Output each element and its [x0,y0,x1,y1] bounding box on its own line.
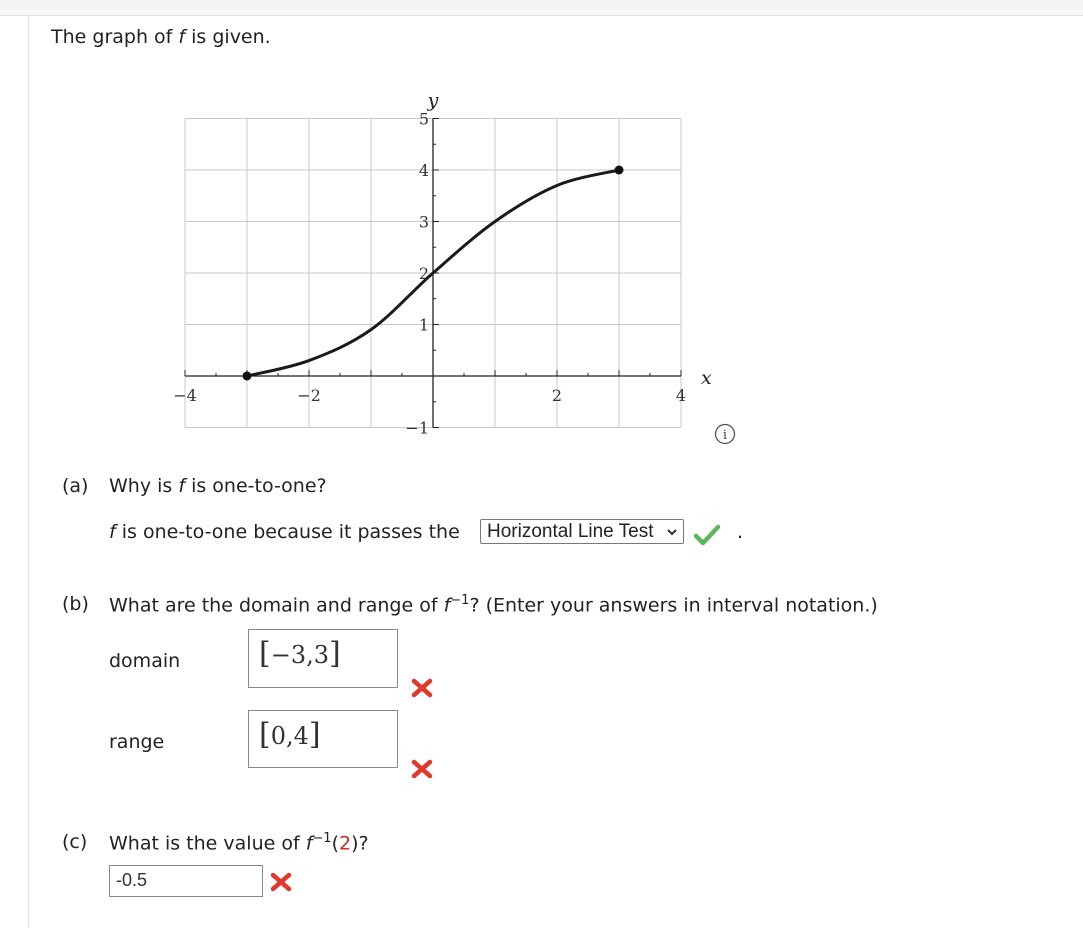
x-tick-label: 4 [676,386,686,405]
svg-text:i: i [723,428,727,443]
y-tick-label: 4 [419,161,429,180]
part-a-label: (a) [62,475,89,497]
horizontal-line-test-select[interactable]: Horizontal Line Test [480,519,684,544]
y-tick-label: 1 [419,316,429,335]
info-icon[interactable]: i [714,423,736,445]
range-label: range [109,731,165,753]
part-c-question: What is the value of f−1(2)? [109,831,369,855]
endpoint-dot [614,165,624,175]
y-tick-label: −1 [405,419,429,438]
part-b-label: (b) [62,593,89,615]
x-axis-label: x [701,367,712,389]
inverse-value-input[interactable]: -0.5 [109,865,263,897]
y-tick-label: 5 [419,110,429,129]
part-c-label: (c) [62,831,88,853]
checkmark-icon [694,524,720,546]
x-tick-label: −4 [173,386,197,405]
intro-text: The graph of f is given. [51,26,271,48]
incorrect-x-icon [411,759,433,779]
domain-input[interactable]: [−3,3] [248,629,398,688]
part-a-question: Why is f is one-to-one? [109,475,327,497]
y-axis-label: y [427,90,439,112]
part-b-question: What are the domain and range of f−1? (E… [109,593,878,617]
left-rule [28,16,29,928]
part-a-period: . [737,521,744,543]
top-bar [0,0,1083,16]
x-tick-label: 2 [552,386,562,405]
incorrect-x-icon [411,678,433,698]
y-tick-label: 3 [419,213,429,232]
incorrect-x-icon [270,872,292,892]
part-a-answer-text: f is one-to-one because it passes the [109,521,460,543]
range-input[interactable]: [0,4] [248,710,398,768]
function-graph: −4 −2 2 4−112345 x y [173,90,712,438]
domain-label: domain [109,650,181,672]
endpoint-dot [242,371,252,381]
x-tick-label: −2 [297,386,321,405]
chevron-down-icon [667,529,677,536]
